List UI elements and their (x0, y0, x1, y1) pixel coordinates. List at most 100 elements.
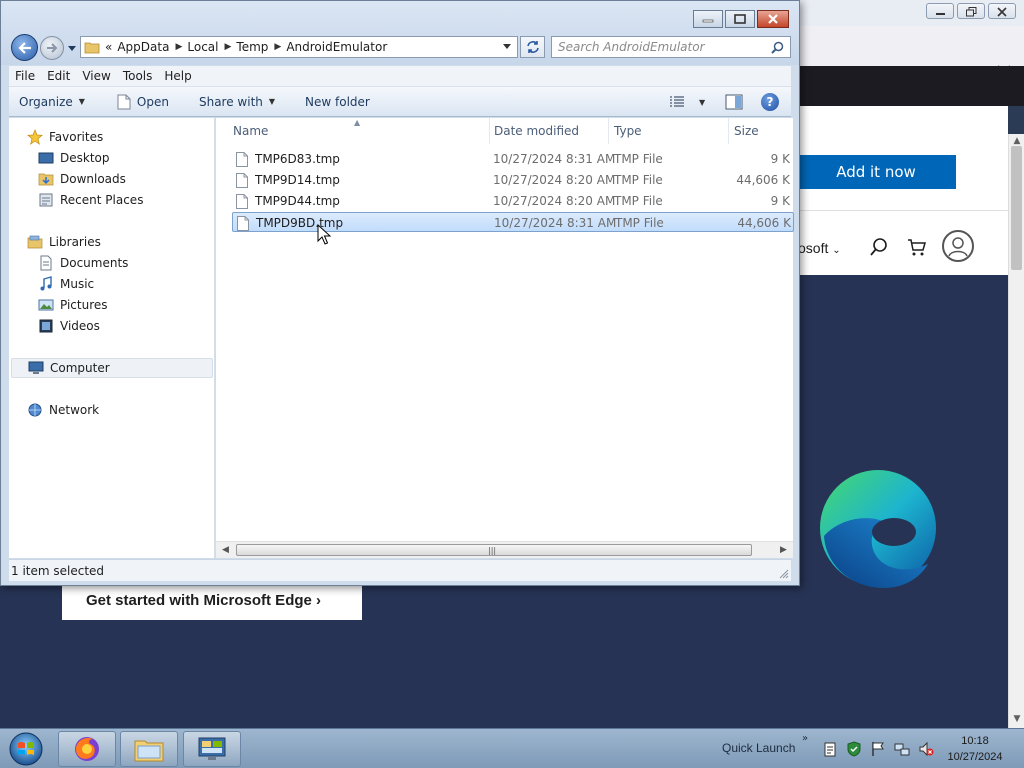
status-text: 1 item selected (11, 564, 105, 578)
folder-icon (84, 42, 100, 54)
get-started-link[interactable]: Get started with Microsoft Edge › (62, 582, 362, 620)
nav-pictures[interactable]: Pictures (38, 295, 108, 315)
nav-documents[interactable]: Documents (38, 253, 128, 273)
breadcrumb-androidemulator[interactable]: AndroidEmulator (286, 40, 387, 54)
file-row[interactable]: TMP9D44.tmp 10/27/2024 8:20 AM TMP File … (232, 191, 794, 211)
back-button[interactable] (11, 34, 38, 61)
browser-close-button[interactable] (988, 3, 1016, 19)
file-icon (236, 193, 248, 209)
browser-vertical-scrollbar[interactable]: ▲ ▼ (1008, 134, 1024, 728)
nav-downloads[interactable]: Downloads (38, 169, 126, 189)
nav-libraries[interactable]: Libraries (27, 232, 101, 252)
nav-favorites[interactable]: Favorites (27, 127, 103, 147)
maximize-button[interactable] (725, 10, 755, 28)
file-row[interactable]: TMP6D83.tmp 10/27/2024 8:31 AM TMP File … (232, 149, 794, 169)
menu-file[interactable]: File (9, 69, 41, 83)
change-view-button[interactable]: ▼ (669, 94, 713, 110)
breadcrumb-separator-icon[interactable]: ▶ (175, 42, 182, 52)
security-tray-icon[interactable] (846, 741, 862, 757)
search-box[interactable] (551, 36, 791, 58)
file-name: TMP9D44.tmp (255, 194, 340, 208)
minimize-button[interactable] (693, 10, 723, 28)
nav-network[interactable]: Network (27, 400, 99, 420)
clipboard-tray-icon[interactable] (822, 741, 838, 757)
browser-restore-button[interactable] (957, 3, 985, 19)
nav-desktop-label: Desktop (60, 151, 110, 165)
open-button[interactable]: Open (117, 94, 169, 110)
resize-grip-icon[interactable] (779, 569, 789, 579)
quick-launch-chevron-icon[interactable]: » (802, 733, 808, 744)
menu-edit[interactable]: Edit (41, 69, 76, 83)
maximize-icon (734, 14, 746, 24)
scroll-up-icon[interactable]: ▲ (1012, 136, 1022, 146)
scroll-grip-icon: ||| (488, 546, 497, 555)
breadcrumb-temp[interactable]: Temp (236, 40, 268, 54)
scroll-left-icon[interactable]: ◀ (222, 545, 229, 555)
nav-videos[interactable]: Videos (38, 316, 100, 336)
menu-help[interactable]: Help (158, 69, 197, 83)
dropdown-caret-icon: ▼ (699, 97, 706, 107)
breadcrumb-overflow[interactable]: « (105, 40, 112, 54)
address-bar[interactable]: « AppData ▶ Local ▶ Temp ▶ AndroidEmulat… (80, 36, 518, 58)
menu-tools[interactable]: Tools (117, 69, 159, 83)
taskbar: Quick Launch » 10:18 10/27/2024 (0, 728, 1024, 768)
scroll-thumb[interactable] (1011, 146, 1022, 270)
file-row[interactable]: TMP9D14.tmp 10/27/2024 8:20 AM TMP File … (232, 170, 794, 190)
close-button[interactable] (757, 10, 789, 28)
forward-button[interactable] (40, 36, 64, 60)
arrow-right-icon (47, 43, 58, 53)
organize-button[interactable]: Organize ▼ (19, 95, 85, 109)
recent-pages-dropdown-icon[interactable] (67, 43, 77, 53)
horizontal-scrollbar[interactable]: ◀ ||| ▶ (216, 541, 793, 558)
file-size: 9 K (770, 152, 790, 166)
nav-computer[interactable]: Computer (11, 358, 213, 378)
cart-icon[interactable] (906, 236, 928, 258)
column-header-type[interactable]: Type (611, 118, 729, 144)
libraries-icon (27, 235, 43, 249)
breadcrumb-separator-icon[interactable]: ▶ (224, 42, 231, 52)
system-clock[interactable]: 10:18 10/27/2024 (930, 733, 1020, 765)
network-tray-icon[interactable] (894, 741, 910, 757)
column-header-date[interactable]: Date modified (491, 118, 609, 144)
breadcrumb-appdata[interactable]: AppData (117, 40, 169, 54)
nav-music[interactable]: Music (38, 274, 94, 294)
start-button[interactable] (4, 731, 48, 767)
taskbar-firefox[interactable] (58, 731, 116, 767)
clock-date: 10/27/2024 (947, 751, 1003, 763)
add-it-now-button[interactable]: Add it now (796, 155, 956, 189)
file-name-cell: TMP6D83.tmp (236, 149, 340, 169)
nav-downloads-label: Downloads (60, 172, 126, 186)
column-header-size[interactable]: Size (731, 118, 793, 144)
account-avatar[interactable] (942, 230, 974, 262)
search-icon[interactable] (868, 236, 890, 258)
nav-desktop[interactable]: Desktop (38, 148, 110, 168)
taskbar-explorer[interactable] (120, 731, 178, 767)
address-dropdown-icon[interactable] (502, 43, 512, 51)
nav-recent-places[interactable]: Recent Places (38, 190, 143, 210)
file-size: 9 K (770, 194, 790, 208)
microsoft-menu[interactable]: osoft ⌄ (798, 240, 841, 256)
action-center-flag-icon[interactable] (870, 741, 886, 757)
scroll-right-icon[interactable]: ▶ (780, 545, 787, 555)
menu-view[interactable]: View (76, 69, 116, 83)
breadcrumb-local[interactable]: Local (187, 40, 218, 54)
scroll-down-icon[interactable]: ▼ (1012, 714, 1022, 724)
file-type: TMP File (614, 173, 663, 187)
help-button[interactable]: ? (761, 93, 779, 111)
command-bar: Organize ▼ Open Share with ▼ New folder ▼ … (9, 87, 791, 117)
share-with-button[interactable]: Share with ▼ (199, 95, 275, 109)
taskbar-control-panel[interactable] (183, 731, 241, 767)
preview-pane-icon[interactable] (725, 94, 743, 110)
browser-minimize-button[interactable] (926, 3, 954, 19)
details-view-icon (670, 96, 684, 107)
search-input[interactable] (552, 37, 757, 57)
new-folder-button[interactable]: New folder (305, 95, 370, 109)
breadcrumb-separator-icon[interactable]: ▶ (274, 42, 281, 52)
quick-launch-label[interactable]: Quick Launch (722, 741, 795, 755)
pictures-icon (38, 299, 54, 311)
file-icon (236, 151, 248, 167)
nav-pictures-label: Pictures (60, 298, 108, 312)
refresh-button[interactable] (520, 36, 545, 58)
computer-icon (28, 361, 44, 374)
search-icon[interactable] (771, 41, 784, 54)
